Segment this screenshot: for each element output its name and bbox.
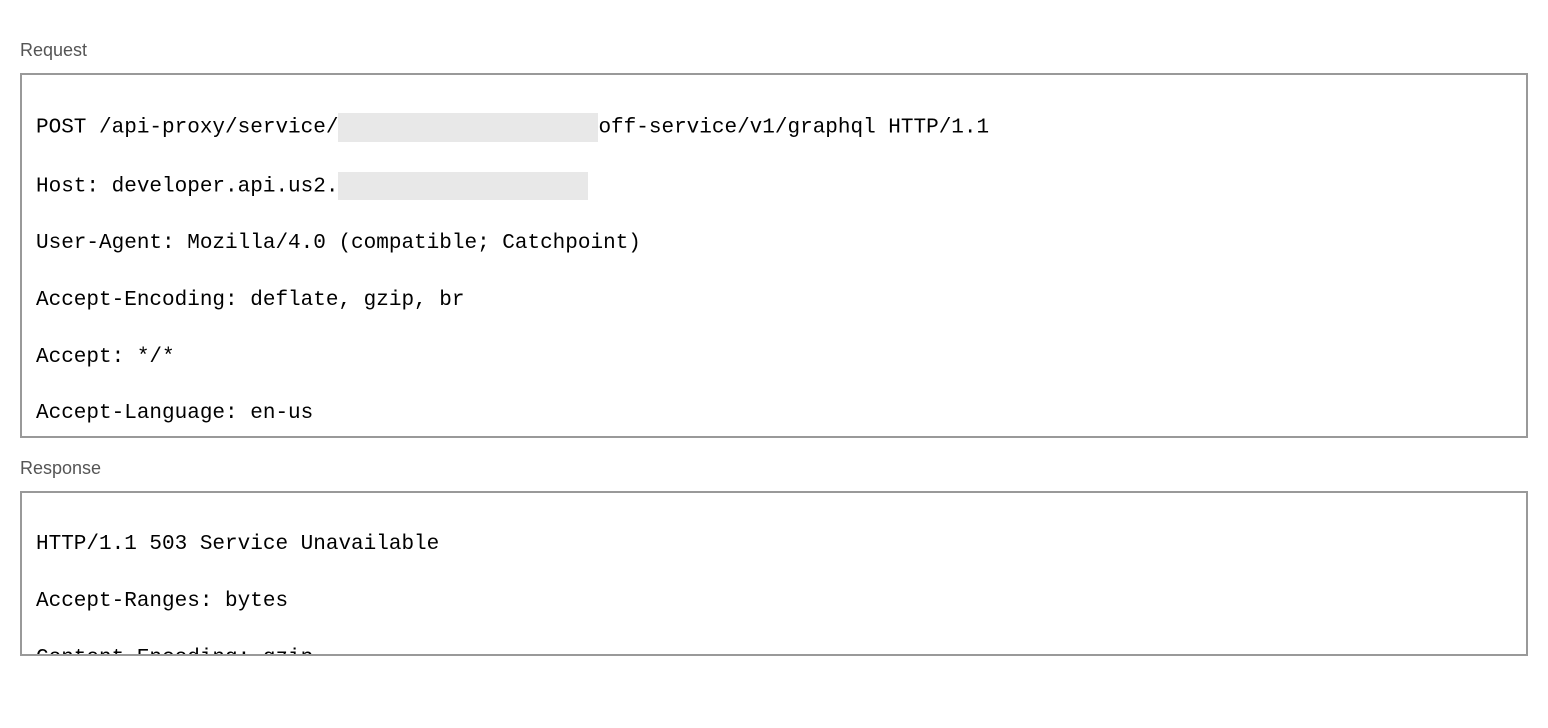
request-line-useragent: User-Agent: Mozilla/4.0 (compatible; Cat… xyxy=(36,230,1512,258)
redacted-segment: xxxxxxxxxxxxx xyxy=(338,113,598,141)
response-line-content-encoding: Content-Encoding: gzip xyxy=(36,645,1512,656)
request-box: POST /api-proxy/service/xxxxxxxxxxxxxoff… xyxy=(20,73,1528,438)
request-line-host: Host: developer.api.us2.xxxxxxxxxxxxx xyxy=(36,172,1512,202)
request-line-accept-encoding: Accept-Encoding: deflate, gzip, br xyxy=(36,287,1512,315)
request-line-method: POST /api-proxy/service/xxxxxxxxxxxxxoff… xyxy=(36,113,1512,143)
request-line-accept-language: Accept-Language: en-us xyxy=(36,400,1512,428)
request-line-accept: Accept: */* xyxy=(36,344,1512,372)
request-text: off-service/v1/graphql HTTP/1.1 xyxy=(598,117,989,140)
response-line-status: HTTP/1.1 503 Service Unavailable xyxy=(36,531,1512,559)
response-line-accept-ranges: Accept-Ranges: bytes xyxy=(36,588,1512,616)
response-label: Response xyxy=(20,458,1528,479)
request-text: Host: developer.api.us2. xyxy=(36,175,338,198)
request-label: Request xyxy=(20,40,1528,61)
request-text: POST /api-proxy/service/ xyxy=(36,117,338,140)
redacted-segment: xxxxxxxxxxxxx xyxy=(338,172,588,200)
response-box: HTTP/1.1 503 Service Unavailable Accept-… xyxy=(20,491,1528,656)
